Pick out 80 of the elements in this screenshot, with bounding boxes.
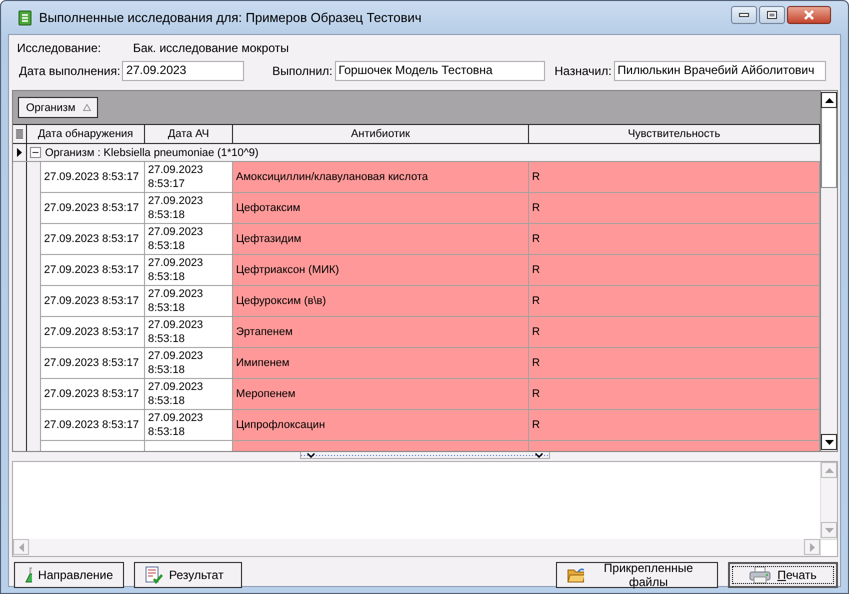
table-cell: 27.09.2023 8:53:17 <box>41 193 145 224</box>
scroll-up-button[interactable] <box>821 92 837 108</box>
up-arrow-icon <box>824 98 834 102</box>
chevron-icon <box>307 452 315 458</box>
sort-icon <box>83 104 92 111</box>
column-header[interactable]: Дата обнаружения <box>27 125 145 143</box>
table-cell: 27.09.2023 8:53:18 <box>145 379 233 410</box>
table-cell: 27.09.2023 8:53:18 <box>145 410 233 441</box>
flask-icon <box>25 567 32 583</box>
table-cell: 27.09.2023 8:53:17 <box>41 379 145 410</box>
printer-icon <box>749 566 772 584</box>
table-cell: 27.09.2023 8:53:17 <box>41 255 145 286</box>
collapse-icon[interactable] <box>30 147 41 158</box>
column-header[interactable]: Дата АЧ <box>145 125 233 143</box>
window-title: Выполненные исследования для: Примеров Образец Тестович <box>39 10 423 25</box>
table-cell: 27.09.2023 8:53:17 <box>145 162 233 193</box>
table-cell: R <box>529 348 820 379</box>
table-cell: R <box>529 379 820 410</box>
action-button[interactable]: Печать <box>728 562 838 588</box>
table-cell: Ципрофлоксацин <box>233 410 529 441</box>
table-cell: 27.09.2023 8:53:17 <box>41 162 145 193</box>
table-cell: Цефтазидим <box>233 224 529 255</box>
table-cell: Меропенем <box>233 379 529 410</box>
table-cell: R <box>529 224 820 255</box>
table-cell: Цефтриаксон (МИК) <box>233 255 529 286</box>
text-field[interactable]: 27.09.2023 <box>122 61 244 81</box>
minimize-icon <box>739 12 749 16</box>
scroll-down-button[interactable] <box>821 434 837 450</box>
table-cell: 27.09.2023 8:53:18 <box>145 193 233 224</box>
table-cell: 27.09.2023 8:53:17 <box>41 348 145 379</box>
table-cell: 27.09.2023 8:53:17 <box>41 224 145 255</box>
field-label: Назначил: <box>554 64 612 78</box>
table-cell: 27.09.2023 8:53:18 <box>145 224 233 255</box>
group-chip[interactable]: Организм <box>18 97 98 118</box>
table-cell: 27.09.2023 8:53:18 <box>145 317 233 348</box>
document-check-icon <box>145 566 163 584</box>
close-icon <box>803 10 815 20</box>
text-field[interactable]: Пилюлькин Врачебий Айболитович <box>614 61 826 81</box>
table-cell: R <box>529 255 820 286</box>
maximize-button[interactable] <box>759 6 785 24</box>
down-arrow-icon <box>824 528 834 532</box>
table-cell: R <box>529 162 820 193</box>
minimize-button[interactable] <box>731 6 757 24</box>
maximize-icon <box>767 10 777 18</box>
text-field[interactable]: Горшочек Модель Тестовна <box>334 61 544 81</box>
chevron-icon <box>535 452 543 458</box>
table-cell: 27.09.2023 8:53:17 <box>41 317 145 348</box>
table-cell: R <box>529 286 820 317</box>
column-header[interactable]: Антибиотик <box>233 125 529 143</box>
table-cell: Эртапенем <box>233 317 529 348</box>
up-arrow-icon <box>824 468 834 472</box>
table-cell: Имипенем <box>233 348 529 379</box>
action-button[interactable]: Направление <box>14 562 124 588</box>
down-arrow-icon <box>824 440 834 444</box>
table-cell: R <box>529 193 820 224</box>
study-name: Бак. исследование мокроты <box>133 41 289 55</box>
group-row-label[interactable]: Организм : Klebsiella pneumoniae (1*10^9) <box>45 146 259 158</box>
folder-icon <box>567 567 584 583</box>
table-cell: Цефотаксим <box>233 193 529 224</box>
action-button[interactable]: Результат <box>134 562 242 588</box>
table-cell: 27.09.2023 8:53:17 <box>41 286 145 317</box>
right-arrow-icon <box>810 542 814 552</box>
column-chooser-icon[interactable] <box>16 128 23 140</box>
app-icon <box>17 10 33 26</box>
table-cell: Цефуроксим (в\в) <box>233 286 529 317</box>
action-button[interactable]: Прикрепленные файлы <box>556 562 718 588</box>
table-cell: R <box>529 317 820 348</box>
table-cell: 27.09.2023 8:53:17 <box>41 410 145 441</box>
close-button[interactable] <box>787 6 831 24</box>
scrollbar-thumb[interactable] <box>821 108 837 188</box>
field-label: Выполнил: <box>272 64 332 78</box>
table-cell: Амоксициллин/клавулановая кислота <box>233 162 529 193</box>
splitter-handle[interactable] <box>300 452 550 459</box>
field-label: Исследование: <box>17 41 102 55</box>
table-cell: 27.09.2023 8:53:18 <box>145 348 233 379</box>
table-cell: 27.09.2023 8:53:18 <box>145 286 233 317</box>
table-cell: R <box>529 410 820 441</box>
left-arrow-icon <box>18 542 24 552</box>
table-cell: 27.09.2023 8:53:18 <box>145 255 233 286</box>
field-label: Дата выполнения: <box>19 64 120 78</box>
